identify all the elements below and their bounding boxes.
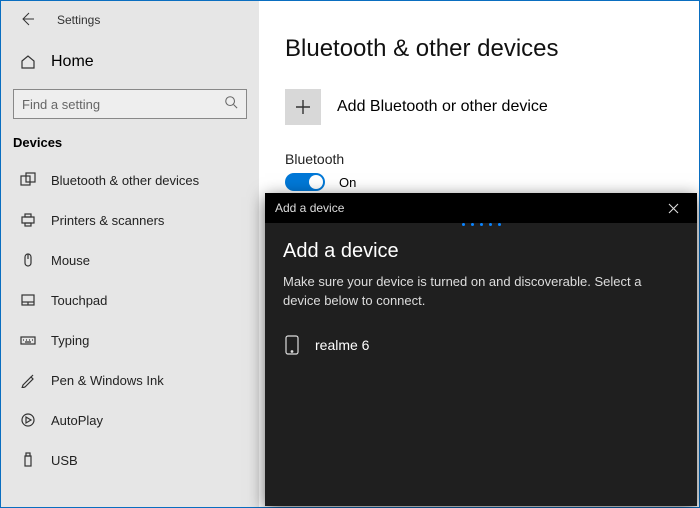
bluetooth-devices-icon [19, 172, 37, 188]
dialog-titlebar: Add a device [265, 193, 697, 223]
add-device-label: Add Bluetooth or other device [337, 98, 548, 116]
search-icon [224, 95, 238, 114]
usb-icon [19, 452, 37, 468]
bluetooth-toggle-state: On [339, 175, 356, 190]
sidebar-item-printers[interactable]: Printers & scanners [1, 200, 259, 240]
sidebar-item-bluetooth[interactable]: Bluetooth & other devices [1, 160, 259, 200]
sidebar-item-typing[interactable]: Typing [1, 320, 259, 360]
pen-icon [19, 372, 37, 388]
dialog-titlebar-text: Add a device [275, 201, 344, 215]
plus-icon [285, 89, 321, 125]
sidebar-item-mouse[interactable]: Mouse [1, 240, 259, 280]
sidebar-item-label: Mouse [51, 253, 90, 268]
sidebar-item-label: USB [51, 453, 78, 468]
back-icon[interactable] [19, 11, 35, 30]
sidebar-item-label: Printers & scanners [51, 213, 164, 228]
close-button[interactable] [659, 194, 687, 222]
device-name: realme 6 [315, 337, 369, 353]
sidebar-items: Bluetooth & other devices Printers & sca… [1, 160, 259, 480]
bluetooth-section-label: Bluetooth [285, 151, 699, 167]
bluetooth-toggle[interactable] [285, 173, 325, 191]
sidebar-item-label: Typing [51, 333, 89, 348]
sidebar-group-title: Devices [1, 119, 259, 160]
device-item[interactable]: realme 6 [283, 329, 679, 361]
sidebar-item-label: AutoPlay [51, 413, 103, 428]
printer-icon [19, 212, 37, 228]
dialog-heading: Add a device [283, 240, 679, 263]
sidebar-item-touchpad[interactable]: Touchpad [1, 280, 259, 320]
sidebar-item-label: Bluetooth & other devices [51, 173, 199, 188]
sidebar-item-label: Touchpad [51, 293, 107, 308]
nav-home[interactable]: Home [19, 45, 259, 79]
sidebar: Settings Home Devices Bluetooth & other … [1, 1, 259, 507]
dialog-subtext: Make sure your device is turned on and d… [283, 273, 679, 311]
touchpad-icon [19, 292, 37, 308]
window-title: Settings [57, 13, 100, 27]
home-icon [19, 54, 37, 70]
search-field[interactable] [22, 97, 224, 112]
autoplay-icon [19, 412, 37, 428]
add-device-button[interactable]: Add Bluetooth or other device [285, 89, 699, 125]
search-input[interactable] [13, 89, 247, 119]
back-row: Settings [19, 9, 259, 31]
settings-window: Settings Home Devices Bluetooth & other … [0, 0, 700, 508]
sidebar-item-usb[interactable]: USB [1, 440, 259, 480]
sidebar-item-pen[interactable]: Pen & Windows Ink [1, 360, 259, 400]
sidebar-item-label: Pen & Windows Ink [51, 373, 164, 388]
mouse-icon [19, 252, 37, 268]
nav-home-label: Home [51, 53, 94, 71]
sidebar-item-autoplay[interactable]: AutoPlay [1, 400, 259, 440]
page-title: Bluetooth & other devices [285, 35, 699, 63]
phone-icon [283, 335, 301, 355]
add-device-dialog: Add a device Add a device Make sure your… [265, 193, 697, 506]
keyboard-icon [19, 332, 37, 348]
